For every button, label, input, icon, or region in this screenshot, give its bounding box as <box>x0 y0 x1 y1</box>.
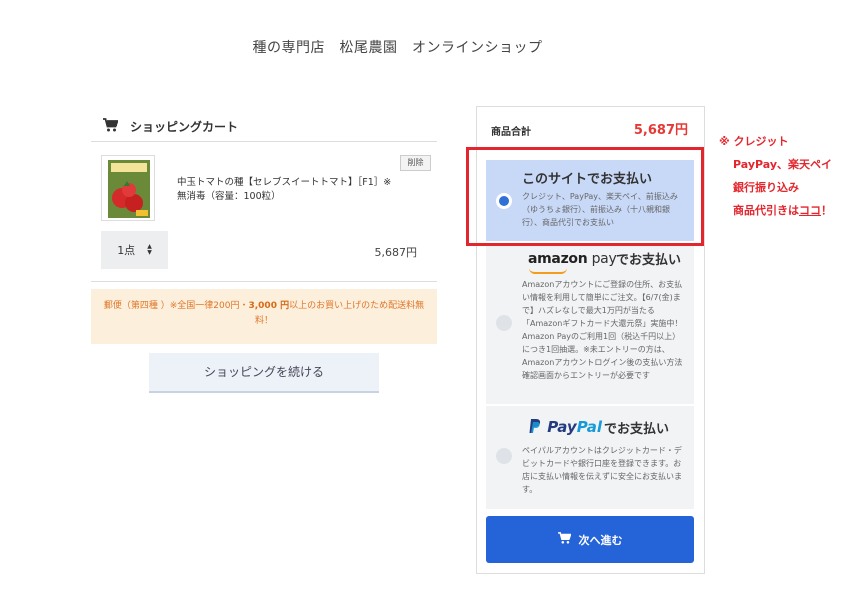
delete-button[interactable]: 削除 <box>400 155 431 171</box>
subtotal-value: 5,687円 <box>633 123 688 138</box>
updown-icon: ▲ ▼ <box>147 243 152 256</box>
next-button[interactable]: 次へ進む <box>486 516 694 563</box>
payment-amazon-description: Amazonアカウントにご登録の住所、お支払い情報を利用して簡単にご注文。【6/… <box>522 280 683 380</box>
cart-icon <box>557 532 572 547</box>
annotation-line-1: ※ クレジット <box>719 135 789 148</box>
payment-paypal-heading: でお支払い <box>604 422 670 437</box>
divider <box>91 281 437 282</box>
shipping-note-pre: 郵便（第四種 ）※全国一律200円・ <box>103 301 249 311</box>
annotation-note: ※ クレジット PayPay、楽天ペイ 銀行振り込み 商品代引きはココ！ <box>719 130 832 222</box>
amazon-pay-logo: amazon pay <box>528 251 617 267</box>
shipping-note: 郵便（第四種 ）※全国一律200円・3,000 円以上のお買い上げのため配送料無… <box>91 289 437 344</box>
divider <box>91 141 437 142</box>
quantity-value: 1点 <box>117 244 136 257</box>
paypal-logo: PayPal <box>528 418 602 436</box>
cart-header: ショッピングカート <box>103 117 238 136</box>
cart-title: ショッピングカート <box>130 120 239 134</box>
payment-option-paypal[interactable]: PayPal でお支払い ペイパルアカウントはクレジットカード・デビットカードや… <box>486 406 694 509</box>
quantity-select[interactable]: 1点 ▲ ▼ <box>101 231 168 269</box>
product-name[interactable]: 中玉トマトの種【セレブスイートトマト】［F1］※無消毒（容量：100粒） <box>177 176 397 204</box>
annotation-line-3: 銀行振り込み <box>733 181 799 194</box>
radio-unselected[interactable] <box>496 315 512 331</box>
radio-unselected[interactable] <box>496 448 512 464</box>
product-thumbnail[interactable] <box>101 155 155 221</box>
cart-icon <box>103 117 119 136</box>
store-title: 種の専門店 松尾農園 オンラインショップ <box>252 40 543 56</box>
subtotal-label: 商品合計 <box>491 127 531 138</box>
payment-amazon-heading: でお支払い <box>616 253 682 268</box>
annotation-line-4: 商品代引きはココ！ <box>733 204 832 217</box>
item-price: 5,687円 <box>374 246 418 259</box>
next-button-label: 次へ進む <box>578 533 623 547</box>
amazon-smile-icon <box>529 268 567 274</box>
payment-paypal-description: ペイパルアカウントはクレジットカード・デビットカードや銀行口座を登録できます。お… <box>522 446 682 494</box>
payment-option-amazon[interactable]: amazon pay でお支払い Amazonアカウントにご登録の住所、お支払い… <box>486 243 694 404</box>
continue-shopping-button[interactable]: ショッピングを続ける <box>149 353 379 393</box>
paypal-icon <box>529 419 541 433</box>
highlight-box <box>466 147 704 246</box>
annotation-link[interactable]: ココ <box>799 204 821 217</box>
shipping-threshold: 3,000 円 <box>248 301 290 311</box>
annotation-line-2: PayPay、楽天ペイ <box>733 158 833 171</box>
